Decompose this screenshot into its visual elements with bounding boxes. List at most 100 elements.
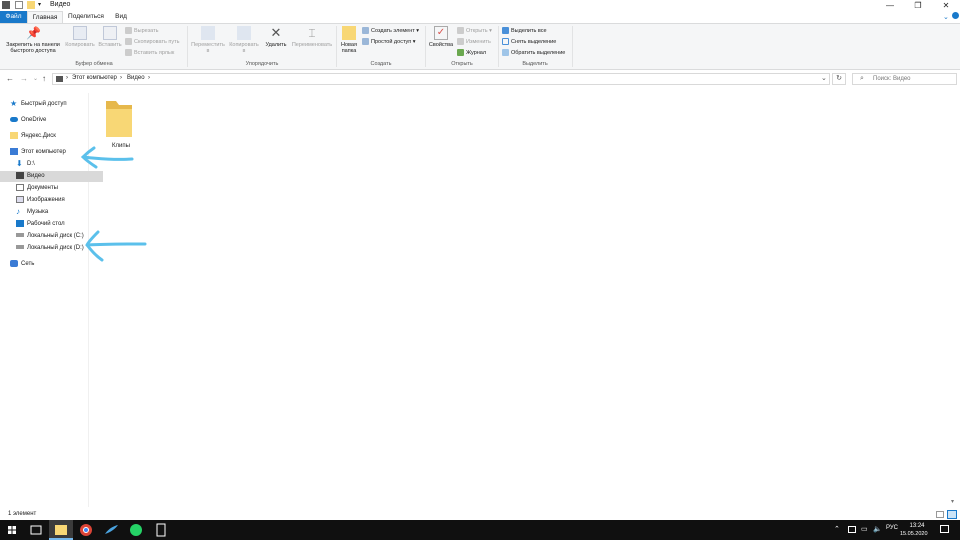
delete-label: Удалить xyxy=(265,42,287,48)
taskbar-calculator[interactable] xyxy=(149,520,173,540)
taskbar-app[interactable] xyxy=(99,520,123,540)
open-group-label: Открыть xyxy=(451,61,473,67)
search-icon: ⌕ xyxy=(860,75,864,82)
folder-item[interactable]: Клипы xyxy=(100,97,138,149)
new-folder-button[interactable]: Новая папка xyxy=(338,26,360,54)
clipboard-group-label: Буфер обмена xyxy=(75,61,113,67)
copy-path-label: Скопировать путь xyxy=(134,39,180,45)
scissors-icon xyxy=(125,27,132,35)
select-none-button[interactable]: Снять выделение xyxy=(502,38,556,47)
paste-button[interactable]: Вставить xyxy=(97,26,123,48)
recent-locations-button[interactable]: ⌄ xyxy=(33,75,38,82)
back-button[interactable]: ← xyxy=(6,74,14,83)
yandex-disk-icon xyxy=(10,131,18,139)
sidebar-item-music[interactable]: ♪ Музыка xyxy=(0,207,103,218)
notifications-icon[interactable] xyxy=(940,525,949,533)
address-dropdown-icon[interactable]: ⌄ xyxy=(821,74,827,82)
sidebar-item-label: D:\ xyxy=(27,161,35,167)
easy-access-label: Простой доступ xyxy=(371,39,412,45)
clock-time[interactable]: 13:24 xyxy=(904,522,930,530)
properties-button[interactable]: ✓ Свойства xyxy=(427,26,455,48)
network-icon[interactable]: ▭ xyxy=(861,525,868,533)
folder-icon xyxy=(106,101,132,137)
close-button[interactable]: ✕ xyxy=(932,0,960,11)
minimize-button[interactable]: — xyxy=(876,0,904,11)
delete-x-icon: ✕ xyxy=(270,25,282,40)
start-button[interactable] xyxy=(0,520,24,540)
maximize-button[interactable]: ❐ xyxy=(904,0,932,11)
copy-button[interactable]: Копировать xyxy=(64,26,96,48)
new-folder-quick-icon[interactable] xyxy=(27,1,35,9)
sidebar-item-label: OneDrive xyxy=(21,117,47,123)
rename-button[interactable]: ⌶ Переименовать xyxy=(289,26,335,48)
ribbon: 📌 Закрепить на панели быстрого доступа К… xyxy=(0,23,960,70)
language-indicator[interactable]: РУС xyxy=(886,525,898,531)
tray-overflow-icon[interactable]: ⌃ xyxy=(834,525,840,533)
taskbar-chrome[interactable] xyxy=(74,520,98,540)
tray-app-icon[interactable] xyxy=(848,526,856,533)
details-view-icon[interactable] xyxy=(936,511,944,518)
select-all-button[interactable]: Выделить все xyxy=(502,27,547,36)
refresh-button[interactable]: ↻ xyxy=(832,73,846,85)
copy-path-button[interactable]: Скопировать путь xyxy=(125,38,180,47)
task-view-icon xyxy=(30,525,42,535)
select-all-label: Выделить все xyxy=(511,28,547,34)
up-button[interactable]: ↑ xyxy=(42,74,46,83)
sidebar-item-onedrive[interactable]: OneDrive xyxy=(0,115,97,126)
tab-view[interactable]: Вид xyxy=(110,11,132,23)
tab-file[interactable]: Файл xyxy=(0,11,27,23)
pin-quick-access-button[interactable]: 📌 Закрепить на панели быстрого доступа xyxy=(2,26,64,54)
history-button[interactable]: Журнал xyxy=(457,49,486,58)
rename-label: Переименовать xyxy=(291,42,333,48)
breadcrumb-videos[interactable]: Видео xyxy=(127,75,145,81)
taskbar-file-explorer[interactable] xyxy=(49,520,73,540)
sidebar-item-label: Музыка xyxy=(27,209,49,215)
copy-path-icon xyxy=(125,38,132,46)
history-icon xyxy=(457,49,464,57)
properties-check-icon: ✓ xyxy=(434,26,448,40)
help-icon[interactable] xyxy=(952,12,959,19)
sidebar-item-label: Изображения xyxy=(27,197,65,203)
edit-button[interactable]: Изменить xyxy=(457,38,491,47)
swoosh-app-icon xyxy=(105,525,118,534)
sidebar-item-quick-access[interactable]: ★ Быстрый доступ xyxy=(0,99,97,110)
tab-share[interactable]: Поделиться xyxy=(66,11,106,23)
copy-to-button[interactable]: Копировать в xyxy=(227,26,261,54)
chrome-icon xyxy=(80,524,92,536)
clock-date[interactable]: 15.05.2020 xyxy=(900,530,928,538)
open-label: Открыть xyxy=(466,28,488,34)
tab-home[interactable]: Главная xyxy=(27,11,63,23)
task-view-button[interactable] xyxy=(24,520,48,540)
sidebar-item-pictures[interactable]: Изображения xyxy=(0,195,103,206)
scroll-down-icon[interactable]: ▾ xyxy=(951,498,954,505)
quick-access-dropdown-icon[interactable]: ▾ xyxy=(38,1,46,9)
address-bar[interactable]: › Этот компьютер › Видео › ⌄ xyxy=(52,73,830,85)
sidebar-item-yandex-disk[interactable]: Яндекс.Диск xyxy=(0,131,97,142)
sidebar-item-documents[interactable]: Документы xyxy=(0,183,103,194)
cut-button[interactable]: Вырезать xyxy=(125,27,158,36)
sidebar-item-videos[interactable]: Видео xyxy=(0,171,103,182)
new-item-button[interactable]: Создать элемент ▾ xyxy=(362,27,419,36)
volume-icon[interactable]: 🔈 xyxy=(873,525,882,533)
ribbon-expand-icon[interactable]: ⌄ xyxy=(943,13,949,21)
easy-access-icon xyxy=(362,38,369,46)
edit-icon xyxy=(457,38,464,46)
move-to-button[interactable]: Переместить в xyxy=(189,26,227,54)
search-input[interactable]: Поиск: Видео xyxy=(852,73,957,85)
delete-button[interactable]: ✕ Удалить xyxy=(263,25,289,49)
large-icons-view-icon[interactable] xyxy=(947,510,957,519)
sidebar-item-label: Документы xyxy=(27,185,58,191)
paste-shortcut-button[interactable]: Вставить ярлык xyxy=(125,49,174,58)
easy-access-button[interactable]: Простой доступ ▾ xyxy=(362,38,416,47)
select-none-label: Снять выделение xyxy=(511,39,557,45)
explorer-app-icon[interactable] xyxy=(2,1,10,9)
breadcrumb-this-pc[interactable]: Этот компьютер xyxy=(72,75,117,81)
new-item-icon xyxy=(362,27,369,35)
document-icon xyxy=(16,183,24,191)
forward-button[interactable]: → xyxy=(20,74,28,83)
properties-quick-icon[interactable] xyxy=(15,1,23,9)
invert-selection-label: Обратить выделение xyxy=(511,50,566,56)
open-button[interactable]: Открыть ▾ xyxy=(457,27,492,36)
taskbar-whatsapp[interactable] xyxy=(124,520,148,540)
invert-selection-button[interactable]: Обратить выделение xyxy=(502,49,565,58)
